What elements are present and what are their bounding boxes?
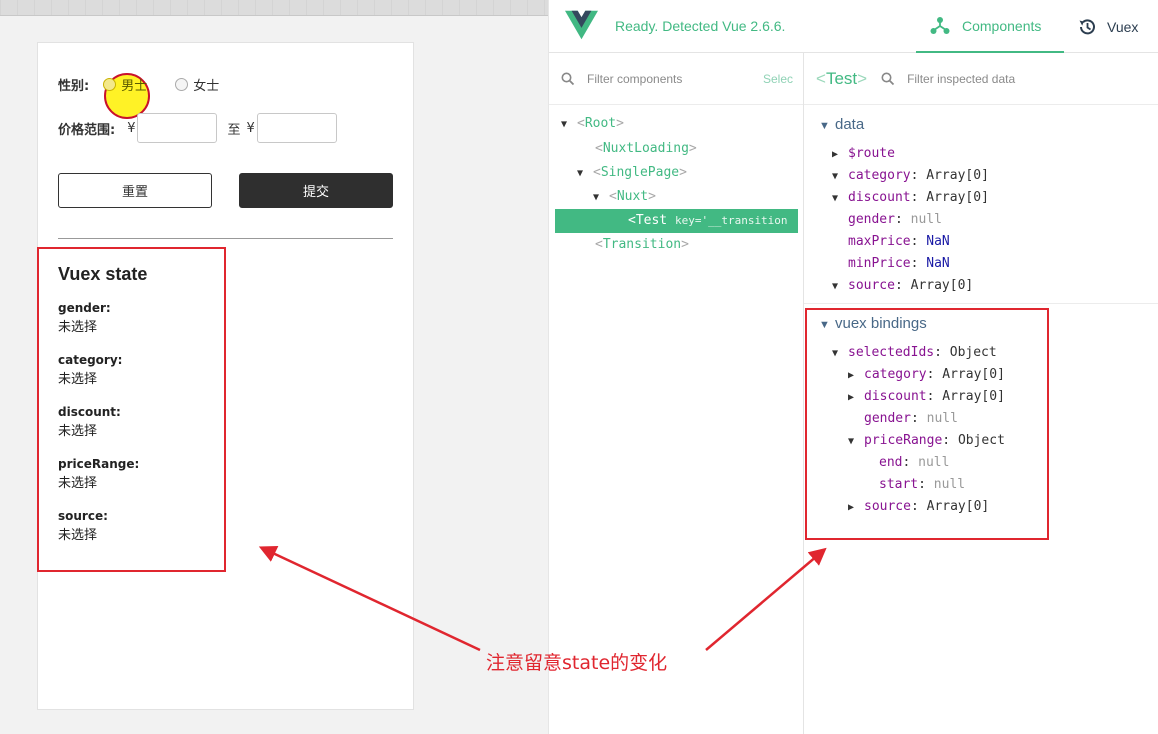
inspector-header: <Test> Filter inspected data bbox=[804, 53, 1158, 105]
filter-components-input[interactable]: Filter components bbox=[587, 72, 682, 86]
status-text: Ready. Detected Vue 2.6.6. bbox=[615, 18, 786, 34]
expand-arrow-icon[interactable]: ▶ bbox=[832, 145, 848, 165]
pane-divider bbox=[803, 53, 804, 734]
price-row: 价格范围: ¥ 至 ¥ bbox=[58, 113, 337, 143]
prop-key: gender bbox=[848, 212, 895, 227]
tree-node-label: SinglePage bbox=[600, 165, 680, 180]
tree-node-label: Transition bbox=[602, 237, 682, 252]
prop-separator: : bbox=[894, 278, 911, 293]
page-viewport: 性别: 男士 女士 价格范围: ¥ 至 ¥ 重置 提交 Vuex state g… bbox=[0, 0, 548, 734]
filter-inspected-input[interactable]: Filter inspected data bbox=[907, 72, 1015, 86]
tab-vuex-label: Vuex bbox=[1107, 18, 1139, 35]
to-label: 至 bbox=[227, 122, 241, 138]
components-icon bbox=[930, 16, 950, 34]
min-price-input[interactable] bbox=[137, 113, 218, 143]
expand-arrow-icon[interactable]: ▼ bbox=[561, 115, 577, 135]
tree-node-label: NuxtLoading bbox=[602, 141, 689, 156]
expand-arrow-icon[interactable]: ▼ bbox=[819, 120, 835, 132]
radio-female-dot[interactable] bbox=[175, 78, 189, 91]
tree-node-nuxt[interactable]: ▼ <Nuxt> bbox=[593, 187, 656, 207]
expand-arrow-icon[interactable]: ▼ bbox=[593, 188, 609, 208]
screenshot-root: 性别: 男士 女士 价格范围: ¥ 至 ¥ 重置 提交 Vuex state g… bbox=[0, 0, 1158, 734]
prop-key: maxPrice bbox=[848, 234, 911, 249]
prop-value: Array[0] bbox=[910, 278, 974, 293]
data-section-label: data bbox=[835, 116, 865, 133]
divider bbox=[58, 238, 393, 239]
radio-male-label: 男士 bbox=[121, 79, 148, 94]
tree-node-attr: key='__transition bbox=[674, 214, 788, 227]
radio-female-label: 女士 bbox=[193, 79, 220, 94]
prop-value: Array[0] bbox=[926, 190, 989, 205]
tree-node-test-selected[interactable]: <Test key='__transition bbox=[555, 209, 798, 233]
annotation-text: 注意留意state的变化 bbox=[486, 652, 668, 674]
prop-key: minPrice bbox=[848, 256, 911, 271]
submit-button[interactable]: 提交 bbox=[239, 173, 393, 208]
tree-node-label: Root bbox=[584, 116, 617, 131]
radio-male-dot[interactable] bbox=[103, 78, 117, 91]
inspected-component-name: <Test> bbox=[816, 68, 868, 88]
vue-devtools: Ready. Detected Vue 2.6.6. Components Vu… bbox=[548, 0, 1158, 734]
history-icon bbox=[1079, 18, 1095, 34]
prop-key: category bbox=[848, 168, 911, 183]
top-strip bbox=[0, 0, 548, 16]
prop-separator: : bbox=[910, 256, 927, 271]
tree-node-label: Nuxt bbox=[616, 189, 649, 204]
tab-components[interactable]: Components bbox=[916, 0, 1064, 53]
prop-key: discount bbox=[848, 190, 911, 205]
filter-components-bar: Filter components Selec bbox=[549, 53, 803, 105]
expand-arrow-icon[interactable]: ▼ bbox=[832, 167, 848, 187]
price-label: 价格范围: bbox=[58, 122, 116, 138]
highlight-box-vuex-state bbox=[37, 247, 226, 572]
tree-node-nuxtloading[interactable]: <NuxtLoading> bbox=[595, 139, 697, 159]
expand-arrow-icon[interactable]: ▼ bbox=[832, 189, 848, 209]
tree-node-label: <Test bbox=[628, 213, 668, 228]
search-icon bbox=[561, 72, 575, 85]
prop-key: $route bbox=[848, 146, 895, 161]
devtools-header: Ready. Detected Vue 2.6.6. Components Vu… bbox=[549, 0, 1158, 53]
search-icon bbox=[881, 72, 895, 85]
tab-vuex[interactable]: Vuex bbox=[1077, 0, 1138, 53]
tab-components-label: Components bbox=[962, 17, 1042, 34]
reset-button[interactable]: 重置 bbox=[58, 173, 212, 208]
prop-route[interactable]: ▶ $route bbox=[832, 144, 895, 165]
prop-value: NaN bbox=[926, 234, 950, 249]
prop-maxprice: maxPrice: NaN bbox=[848, 232, 950, 252]
data-section-title[interactable]: ▼ data bbox=[819, 116, 864, 133]
radio-female[interactable]: 女士 bbox=[175, 75, 219, 94]
prop-separator: : bbox=[910, 190, 927, 205]
highlight-box-vuex-bindings bbox=[805, 308, 1049, 540]
tree-node-transition[interactable]: <Transition> bbox=[595, 235, 689, 255]
max-price-input[interactable] bbox=[256, 113, 337, 143]
expand-arrow-icon[interactable]: ▼ bbox=[577, 164, 593, 184]
currency-symbol-max: ¥ bbox=[246, 120, 255, 136]
prop-value: Array[0] bbox=[926, 168, 989, 183]
gender-row: 性别: 男士 女士 bbox=[58, 75, 219, 94]
prop-value: NaN bbox=[926, 256, 950, 271]
expand-arrow-icon[interactable]: ▼ bbox=[832, 277, 848, 297]
prop-source[interactable]: ▼ source: Array[0] bbox=[832, 276, 973, 297]
prop-value: null bbox=[910, 212, 942, 227]
prop-minprice: minPrice: NaN bbox=[848, 254, 950, 274]
prop-discount[interactable]: ▼ discount: Array[0] bbox=[832, 188, 989, 209]
prop-key: source bbox=[848, 278, 895, 293]
inspected-component-label: Test bbox=[825, 68, 858, 88]
prop-separator: : bbox=[910, 168, 927, 183]
prop-gender: gender: null bbox=[848, 210, 942, 230]
prop-separator: : bbox=[910, 234, 927, 249]
section-separator bbox=[804, 303, 1158, 304]
select-component-button[interactable]: Selec bbox=[763, 72, 793, 86]
radio-male[interactable]: 男士 bbox=[103, 75, 147, 94]
vue-logo-icon bbox=[565, 10, 598, 40]
tree-node-singlepage[interactable]: ▼ <SinglePage> bbox=[577, 163, 687, 183]
currency-symbol-min: ¥ bbox=[127, 120, 136, 136]
prop-category[interactable]: ▼ category: Array[0] bbox=[832, 166, 989, 187]
prop-separator: : bbox=[894, 212, 911, 227]
tree-node-root[interactable]: ▼ <Root> bbox=[561, 114, 624, 134]
gender-label: 性别: bbox=[58, 79, 90, 94]
